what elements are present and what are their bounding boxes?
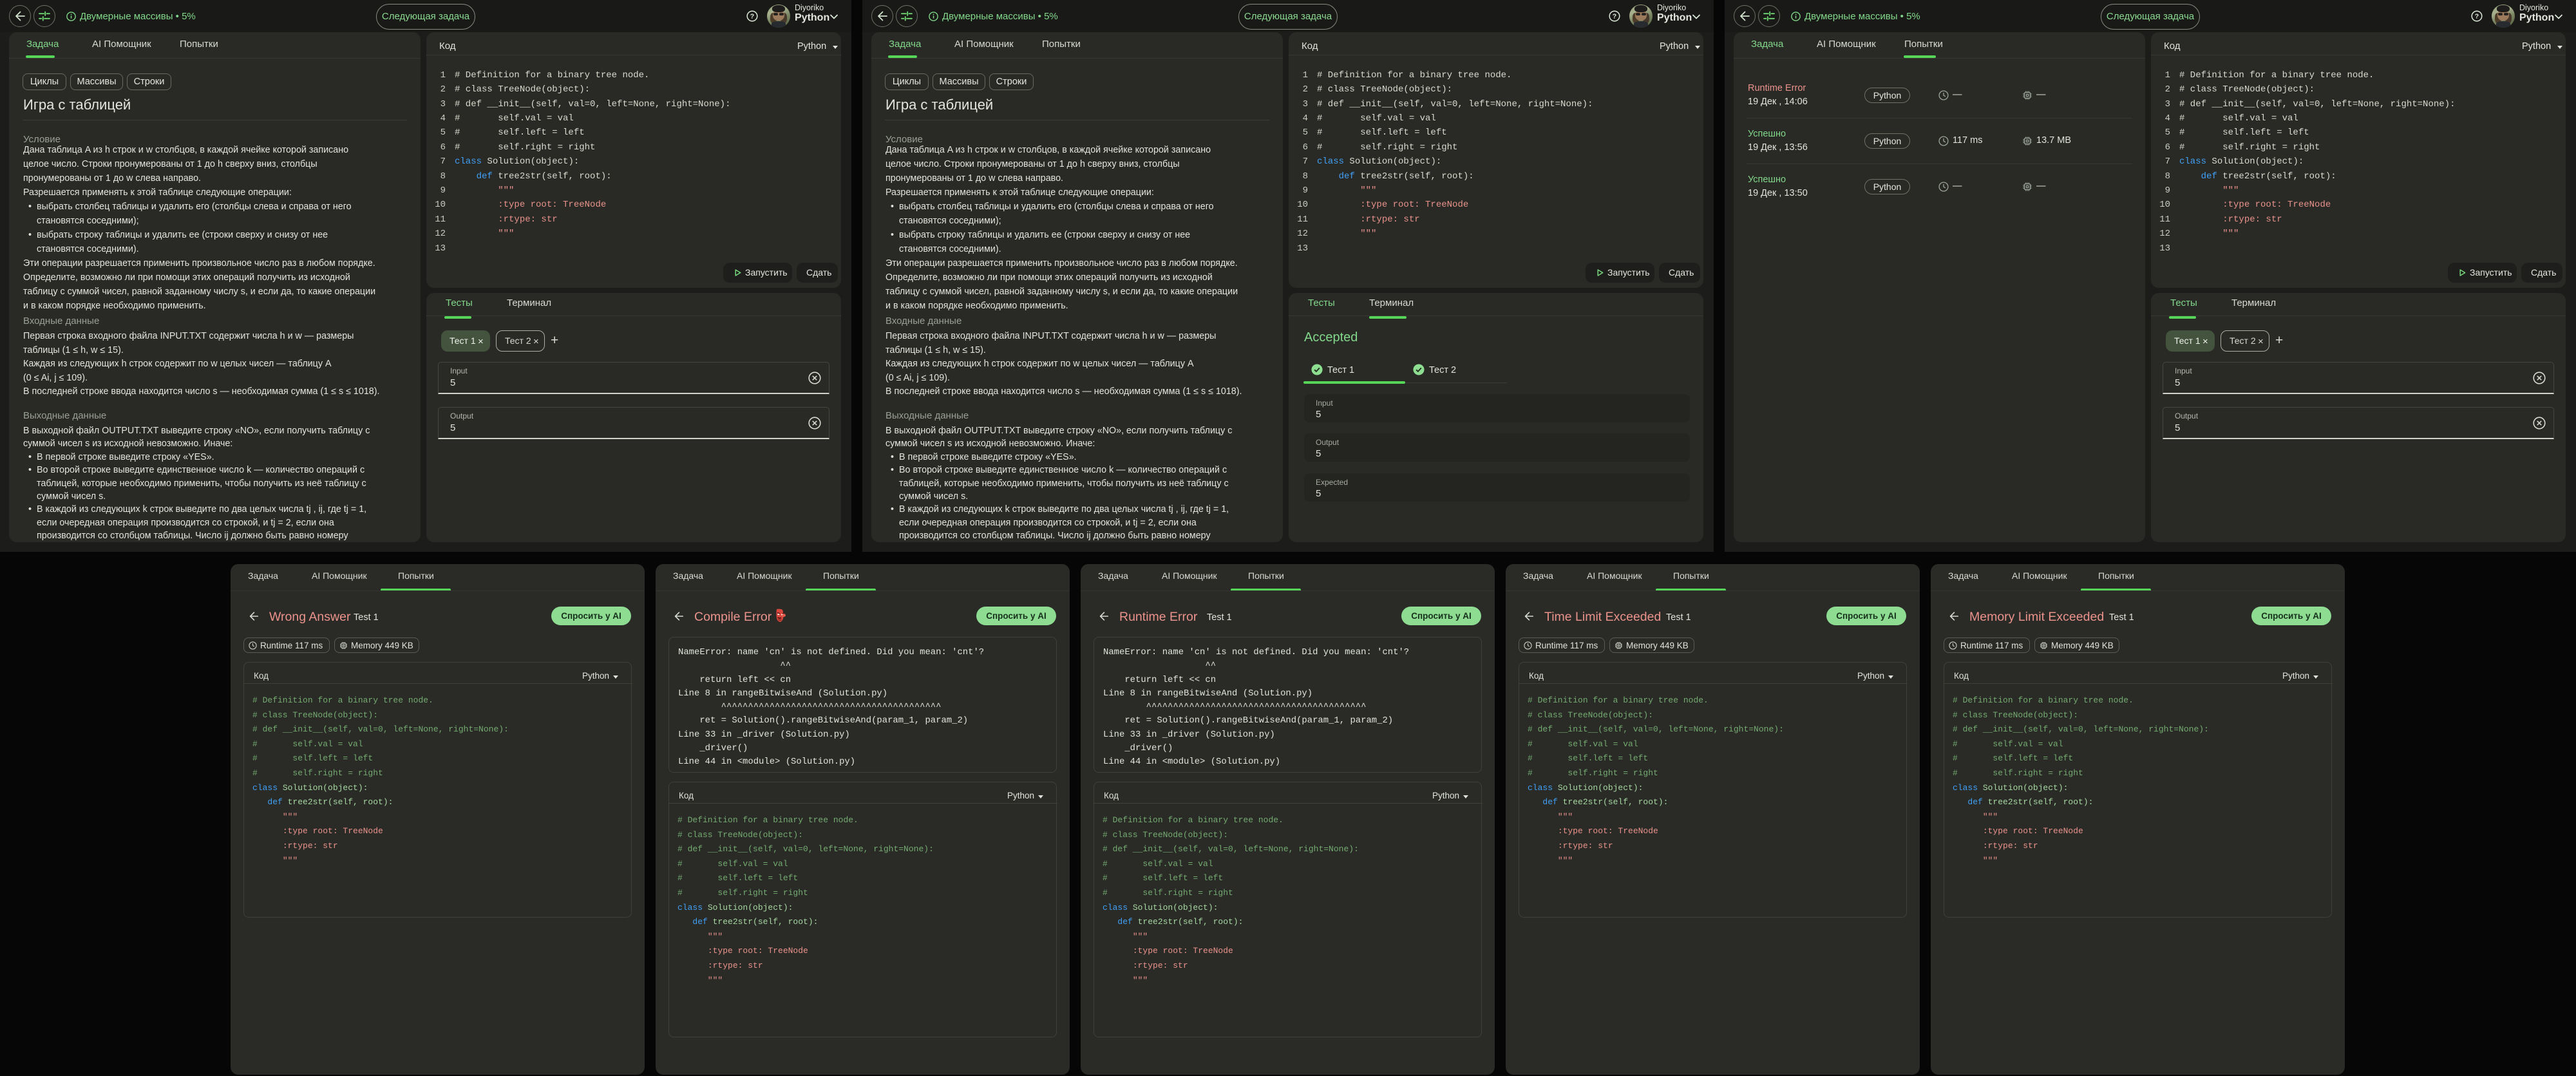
svg-text:?: ? <box>750 13 754 21</box>
svg-text:?: ? <box>1613 13 1616 21</box>
svg-text:?: ? <box>2475 13 2479 21</box>
